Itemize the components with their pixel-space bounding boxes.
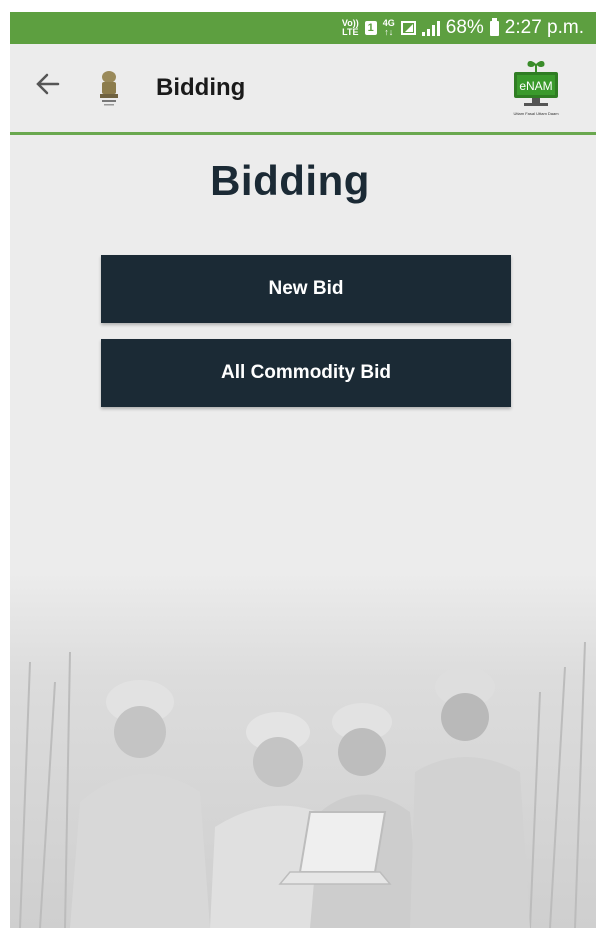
enam-logo: eNAM Uttam Fasal Uttam Daam	[513, 60, 559, 116]
back-arrow-icon[interactable]	[32, 68, 64, 100]
farmers-background-image	[10, 572, 596, 928]
new-bid-button[interactable]: New Bid	[101, 255, 511, 323]
logo-tagline: Uttam Fasal Uttam Daam	[513, 111, 559, 116]
logo-text: eNAM	[519, 79, 552, 93]
network-indicator: 4G ↑↓	[383, 19, 395, 37]
new-bid-label: New Bid	[268, 278, 344, 299]
app-bar: Bidding eNAM Uttam Fasal Uttam Daam	[10, 44, 596, 135]
volte-indicator: Vo)) LTE	[342, 19, 359, 37]
sim-slot-icon: 1	[364, 21, 377, 35]
signal-bars-icon	[421, 20, 440, 36]
all-commodity-bid-button[interactable]: All Commodity Bid	[101, 339, 511, 407]
data-arrows-text: ↑↓	[384, 27, 394, 37]
battery-percent: 68%	[445, 17, 484, 38]
volte-bottom-text: LTE	[342, 27, 359, 37]
all-commodity-bid-label: All Commodity Bid	[221, 362, 391, 383]
status-bar: Vo)) LTE 1 4G ↑↓ 68% 2:27 p.m.	[10, 12, 596, 44]
national-emblem-icon	[100, 71, 118, 106]
app-bar-title: Bidding	[156, 74, 246, 101]
wifi-signal-icon	[400, 21, 416, 35]
app-screen: Vo)) LTE 1 4G ↑↓ 68% 2:27 p.m. Bidding e…	[10, 12, 596, 928]
battery-icon	[489, 17, 499, 36]
page-title: Bidding	[210, 157, 370, 204]
clock: 2:27 p.m.	[504, 17, 584, 38]
